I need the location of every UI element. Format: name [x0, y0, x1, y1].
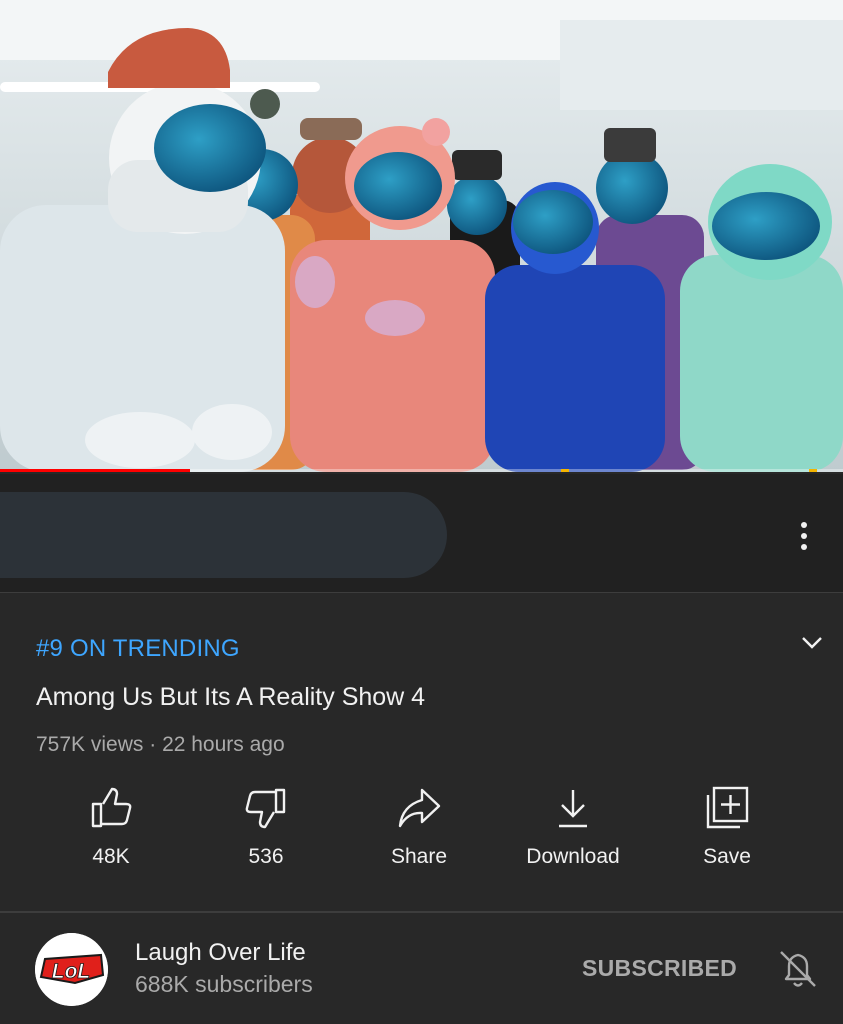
loading-placeholder: [0, 492, 447, 578]
channel-row: LoL Laugh Over Life 688K subscribers SUB…: [0, 913, 843, 1024]
share-label: Share: [390, 845, 448, 868]
view-count: 757K views: [36, 733, 144, 756]
upload-age: 22 hours ago: [162, 733, 285, 756]
channel-name[interactable]: Laugh Over Life: [135, 939, 306, 967]
video-frame: [0, 0, 843, 472]
like-button[interactable]: 48K: [36, 783, 186, 883]
more-vertical-icon: [801, 522, 807, 550]
meta-separator: ·: [143, 733, 163, 756]
subscribed-button[interactable]: SUBSCRIBED: [582, 955, 737, 982]
dislike-count: 536: [248, 845, 284, 868]
share-button[interactable]: Share: [344, 783, 494, 883]
download-label: Download: [526, 845, 620, 868]
chapter-marker: [809, 469, 818, 472]
notification-bell-button[interactable]: [776, 947, 820, 991]
video-meta: 757K views · 22 hours ago: [36, 733, 285, 757]
header-bar: [0, 474, 843, 593]
bell-off-icon: [780, 951, 816, 987]
download-button[interactable]: Download: [498, 783, 648, 883]
trending-badge[interactable]: #9 ON TRENDING: [36, 635, 240, 663]
download-icon: [559, 790, 587, 828]
action-bar: 48K 536 Share Download Save: [0, 783, 843, 883]
save-label: Save: [703, 845, 751, 868]
dislike-button[interactable]: 536: [191, 783, 341, 883]
video-progress-bar[interactable]: [0, 469, 843, 472]
chevron-down-icon: [802, 637, 822, 649]
video-info: #9 ON TRENDING Among Us But Its A Realit…: [0, 593, 843, 911]
subscriber-count: 688K subscribers: [135, 971, 313, 997]
video-player[interactable]: [0, 0, 843, 472]
channel-avatar[interactable]: LoL: [35, 933, 108, 1006]
thumb-down-icon: [245, 788, 286, 829]
like-count: 48K: [92, 845, 130, 868]
share-arrow-icon: [398, 788, 441, 828]
channel-logo: LoL: [35, 933, 108, 1006]
playlist-add-icon: [706, 786, 749, 829]
progress-played: [0, 469, 190, 472]
expand-description-button[interactable]: [796, 627, 828, 659]
chapter-marker: [560, 469, 569, 472]
avatar-text: LoL: [52, 960, 90, 983]
save-button[interactable]: Save: [652, 783, 802, 883]
video-title[interactable]: Among Us But Its A Reality Show 4: [36, 683, 425, 712]
thumb-up-icon: [91, 787, 132, 828]
more-options-button[interactable]: [786, 518, 822, 554]
